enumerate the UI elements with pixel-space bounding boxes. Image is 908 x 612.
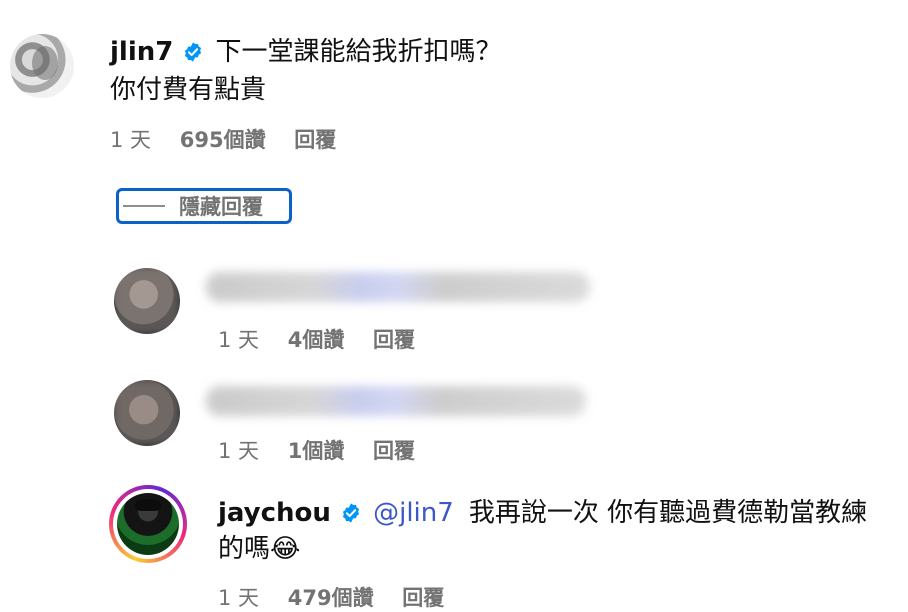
comment-time[interactable]: 1 天 [110, 128, 151, 152]
hide-replies-button[interactable]: 隱藏回覆 [116, 188, 292, 224]
reply-likes[interactable]: 4個讚 [288, 328, 345, 352]
reply-meta: 1 天 1個讚 回覆 [218, 437, 415, 465]
reply-time[interactable]: 1 天 [218, 328, 259, 352]
reply-button[interactable]: 回覆 [294, 128, 336, 152]
avatar-jlin7[interactable] [10, 34, 74, 98]
comment-text: 下一堂課能給我折扣嗎？ [215, 37, 502, 67]
hide-replies-label: 隱藏回覆 [179, 195, 263, 219]
comment-text: 我再說一次 你有聽過費德勒當教練 [468, 498, 868, 528]
avatar-ring-gap [113, 489, 183, 559]
comment-text-line2: 你付費有點貴 [110, 75, 267, 105]
username-jaychou[interactable]: jaychou [218, 498, 331, 528]
avatar-redacted-2[interactable] [114, 380, 180, 446]
comment-text-line2: 的嗎😂 [218, 534, 301, 564]
reply-button[interactable]: 回覆 [402, 586, 444, 610]
comment-meta: 1 天 695個讚 回覆 [110, 126, 336, 154]
reply-time[interactable]: 1 天 [218, 439, 259, 463]
avatar-jaychou [117, 493, 179, 555]
avatar-jaychou-story-ring[interactable] [109, 485, 187, 563]
verified-badge-icon [182, 42, 209, 64]
divider-line [123, 205, 165, 207]
reply-meta: 1 天 4個讚 回覆 [218, 326, 415, 354]
comment-likes[interactable]: 695個讚 [180, 128, 266, 152]
mention-link[interactable]: @jlin7 [373, 498, 454, 528]
redacted-comment-text [206, 272, 590, 302]
redacted-comment-text [206, 386, 586, 416]
reply-button[interactable]: 回覆 [373, 439, 415, 463]
username-jlin7[interactable]: jlin7 [110, 37, 173, 67]
comment-likes[interactable]: 479個讚 [288, 586, 374, 610]
reply-likes[interactable]: 1個讚 [288, 439, 345, 463]
verified-badge-icon [340, 503, 367, 525]
comment-jaychou-line1: jaychou @jlin7 我再說一次 你有聽過費德勒當教練 [218, 497, 867, 529]
comment-jlin7-line1: jlin7 下一堂課能給我折扣嗎？ [110, 36, 502, 68]
avatar-redacted-1[interactable] [114, 268, 180, 334]
comment-meta: 1 天 479個讚 回覆 [218, 584, 444, 612]
comment-time[interactable]: 1 天 [218, 586, 259, 610]
reply-button[interactable]: 回覆 [373, 328, 415, 352]
